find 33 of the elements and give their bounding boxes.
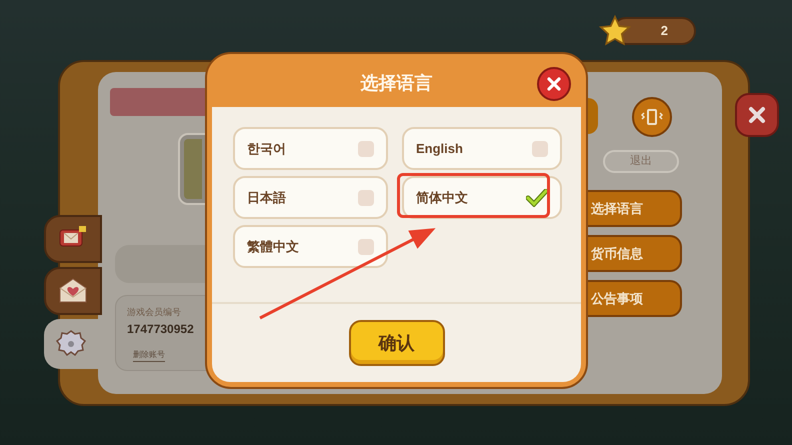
language-label: 한국어 — [247, 140, 286, 158]
language-option[interactable]: 繁體中文 — [233, 225, 388, 268]
language-label: English — [416, 140, 463, 158]
side-tab[interactable] — [44, 215, 102, 263]
close-icon — [547, 77, 561, 91]
member-id-label: 游戏会员编号 — [127, 306, 181, 319]
star-count: 2 — [660, 22, 668, 40]
vibrating-phone-icon — [640, 107, 664, 127]
star-icon — [598, 14, 632, 48]
language-option[interactable]: English — [402, 127, 562, 170]
close-button[interactable] — [735, 93, 779, 137]
checkmark-icon[interactable] — [526, 188, 548, 206]
menu-button[interactable]: 货币信息 — [588, 235, 682, 272]
side-tab[interactable] — [44, 267, 102, 315]
name-field[interactable] — [115, 245, 207, 283]
menu-button[interactable]: 选择语言 — [588, 190, 682, 227]
side-tab[interactable] — [44, 319, 98, 369]
confirm-button[interactable]: 确认 — [348, 320, 444, 366]
language-option[interactable]: 한국어 — [233, 127, 388, 170]
language-label: 简体中文 — [416, 188, 468, 207]
checkbox[interactable] — [358, 190, 374, 206]
close-icon — [748, 106, 766, 124]
language-label: 繁體中文 — [247, 238, 299, 256]
checkbox[interactable] — [532, 140, 548, 156]
dialog-title: 选择语言 — [360, 72, 432, 94]
menu-button[interactable]: 公告事项 — [588, 280, 682, 317]
member-id: 1747730952 — [127, 321, 194, 338]
language-label: 日本語 — [247, 188, 286, 207]
language-option[interactable]: 简体中文 — [402, 176, 562, 219]
dialog-close-button[interactable] — [537, 67, 571, 101]
language-option[interactable]: 日本語 — [233, 176, 388, 219]
checkbox[interactable] — [358, 238, 374, 254]
checkbox[interactable] — [358, 140, 374, 156]
